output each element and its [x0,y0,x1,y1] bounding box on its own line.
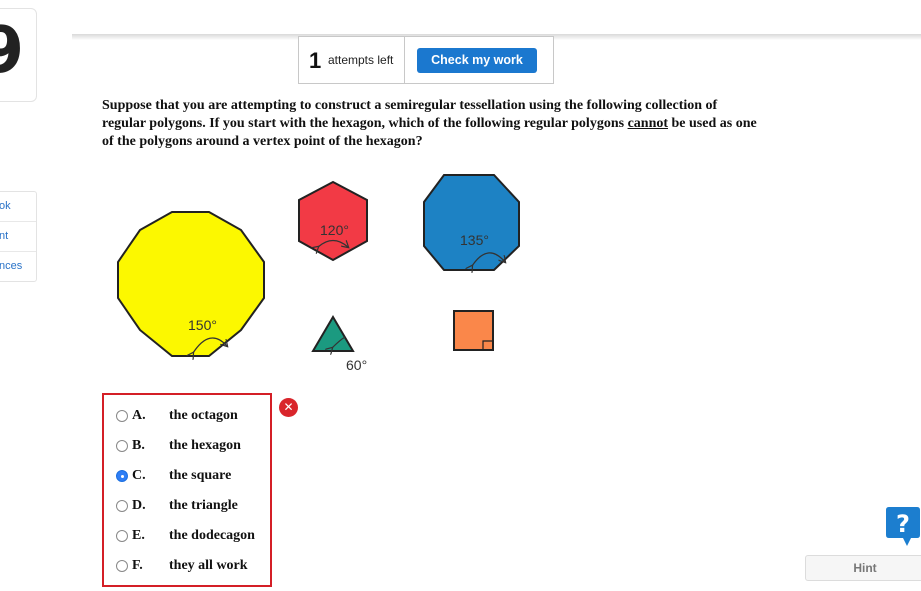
radio-b[interactable] [116,440,128,452]
side-nav-item-ebook[interactable]: ok [0,192,36,222]
radio-e[interactable] [116,530,128,542]
radio-c-selected[interactable] [116,470,128,482]
hint-button[interactable]: Hint [805,555,921,581]
side-nav: ok nt nces [0,191,37,282]
attempts-label: attempts left [328,53,394,67]
choice-f-letter: F. [132,558,143,573]
check-my-work-button[interactable]: Check my work [417,48,537,73]
side-nav-item-references[interactable]: nces [0,252,36,281]
question-emphasis: cannot [627,116,669,131]
question-text-start: Suppose that you are attempting to const… [102,98,718,131]
octagon-angle-label: 135° [460,232,489,248]
choice-e-letter: E. [132,528,145,543]
hexagon-shape [298,180,368,262]
attempts-panel: 1 attempts left Check my work [298,36,554,84]
chapter-card[interactable]: 9 [0,8,37,102]
choice-f-text: they all work [169,558,248,573]
triangle-shape [311,315,355,352]
side-nav-item-print[interactable]: nt [0,222,36,252]
question-bubble-icon[interactable]: ? [885,505,921,547]
x-circle-icon: ✕ [279,398,298,417]
dodecagon-angle-label: 150° [188,317,217,333]
choice-e-text: the dodecagon [169,528,255,543]
choice-b-text: the hexagon [169,438,241,453]
question-text: Suppose that you are attempting to const… [102,97,762,151]
choice-a-letter: A. [132,408,146,423]
dodecagon-shape [117,211,265,357]
hexagon-angle-label: 120° [320,222,349,238]
choice-c-text: the square [169,468,232,483]
choice-a-text: the octagon [169,408,238,423]
chapter-number: 9 [0,14,24,88]
svg-text:?: ? [896,510,910,538]
polygon-figure: 150° 120° 135° 60° [117,174,520,373]
radio-f[interactable] [116,560,128,572]
octagon-shape [423,174,520,271]
triangle-angle-label: 60° [346,357,367,373]
answer-choices: A. the octagon B. the hexagon C. the squ… [102,393,272,587]
choice-c-letter: C. [132,468,146,483]
radio-a[interactable] [116,410,128,422]
radio-d[interactable] [116,500,128,512]
choice-d-letter: D. [132,498,146,513]
square-shape [453,310,494,351]
attempts-count: 1 [309,48,322,73]
attempts-divider [404,37,405,83]
choice-d-text: the triangle [169,498,238,513]
choice-b-letter: B. [132,438,145,453]
